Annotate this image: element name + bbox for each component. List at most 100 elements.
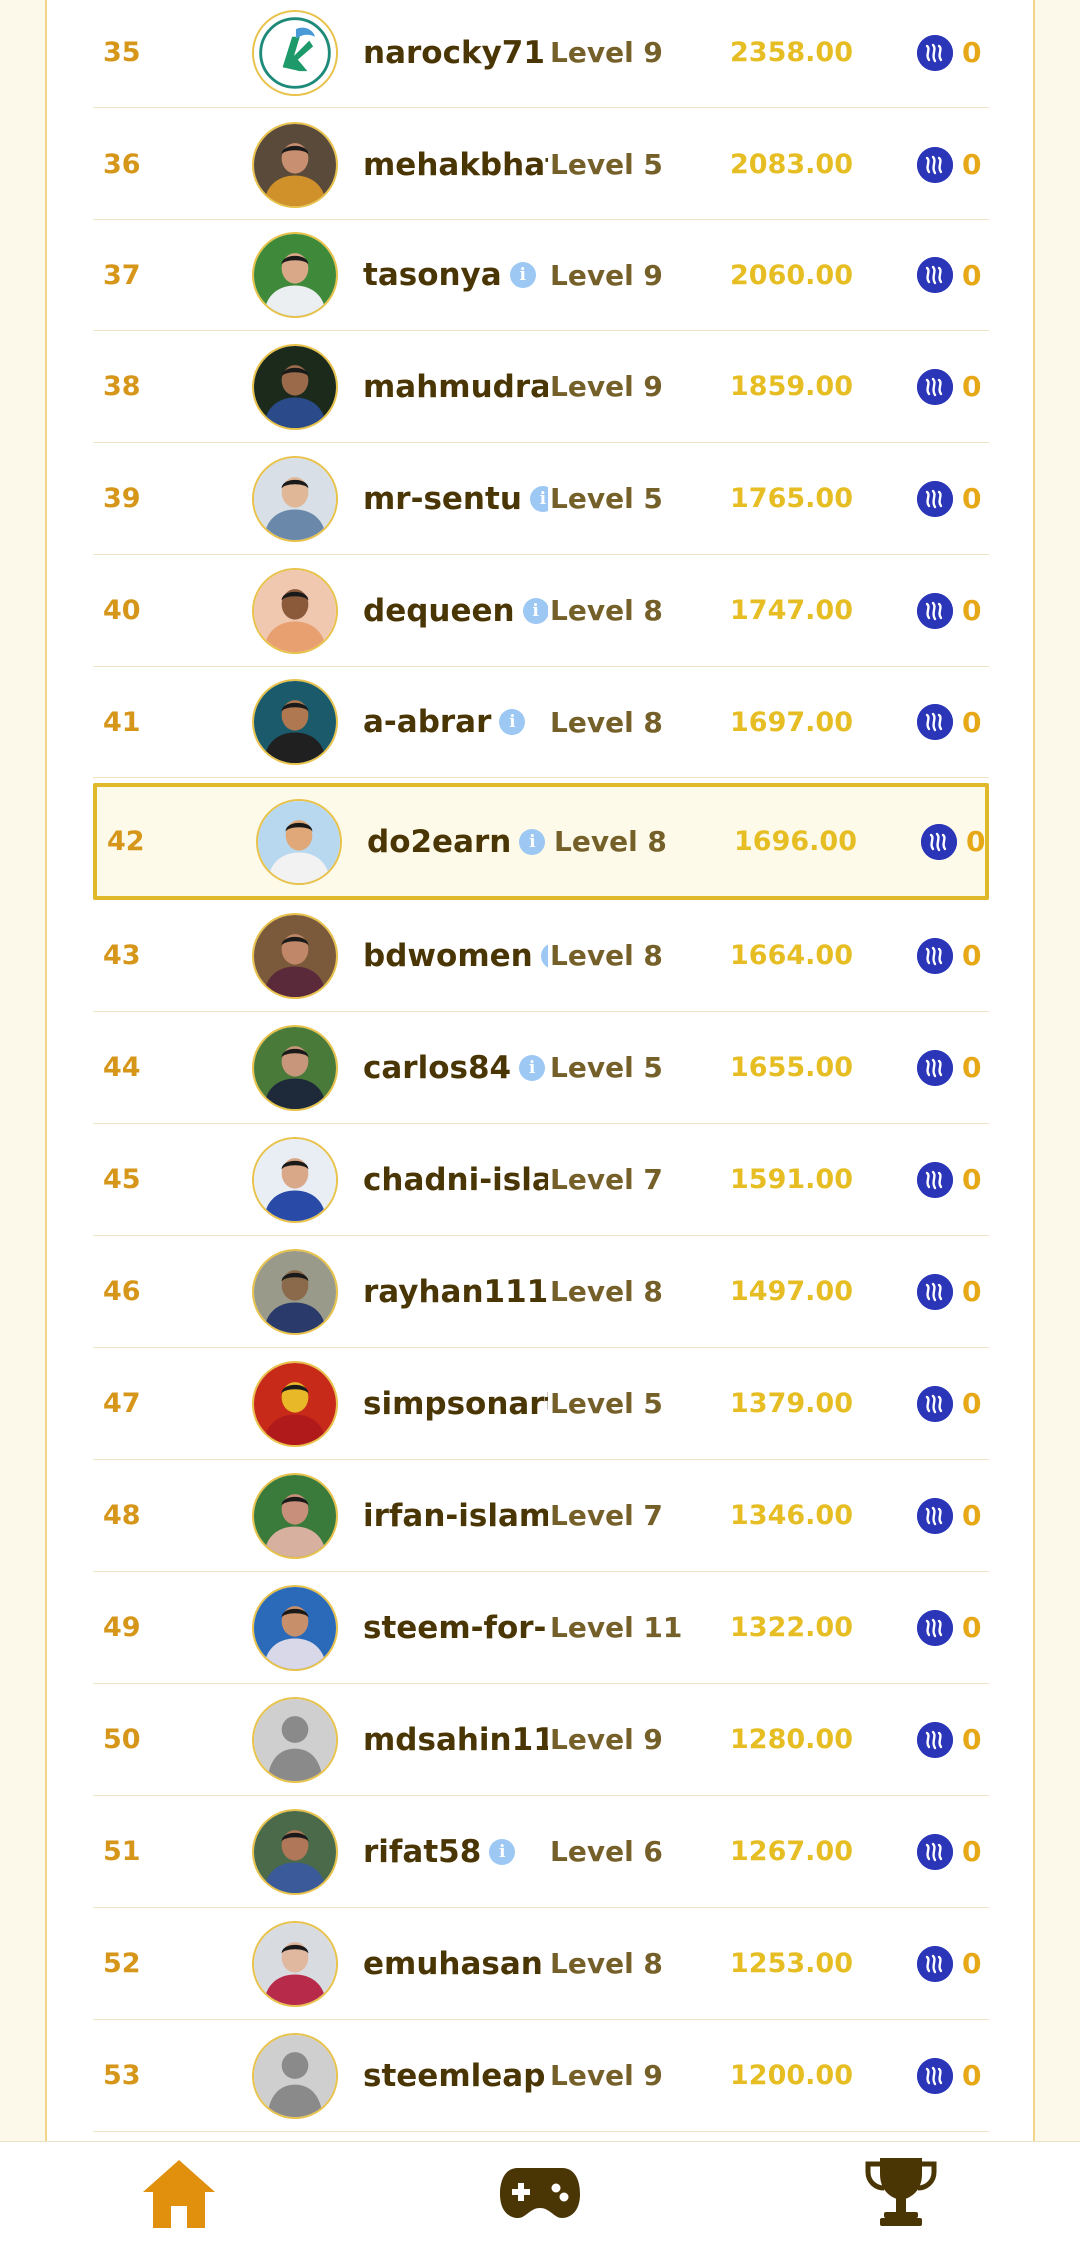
username[interactable]: mahmudral xyxy=(363,369,548,405)
username[interactable]: mr-sentu xyxy=(363,481,522,517)
user-score: 1591.00 xyxy=(730,1164,853,1195)
user-avatar[interactable] xyxy=(252,1360,338,1447)
user-avatar[interactable] xyxy=(252,121,338,208)
leaderboard-row[interactable]: 40 dequeen i Level 8 1747.00 0 xyxy=(93,555,989,667)
username[interactable]: irfan-islam xyxy=(363,1498,548,1534)
username-cell[interactable]: mahmudrali xyxy=(363,331,548,442)
username-cell[interactable]: mr-sentu i xyxy=(363,443,548,554)
info-icon[interactable]: i xyxy=(529,485,548,512)
username-cell[interactable]: emuhasani xyxy=(363,1908,548,2019)
username[interactable]: mdsahin111 xyxy=(363,1722,548,1758)
username[interactable]: do2earn xyxy=(367,824,511,860)
username[interactable]: chadni-islam xyxy=(363,1162,548,1198)
user-avatar[interactable] xyxy=(256,798,342,885)
nav-games-button[interactable] xyxy=(498,2164,582,2222)
info-icon[interactable]: i xyxy=(509,262,536,288)
nav-leaderboard-button[interactable] xyxy=(862,2154,940,2228)
user-level: Level 8 xyxy=(550,1947,663,1980)
username[interactable]: carlos84 xyxy=(363,1050,511,1086)
username-cell[interactable]: chadni-islami xyxy=(363,1124,548,1235)
username[interactable]: narocky71 xyxy=(363,35,545,71)
username-cell[interactable]: tasonya i xyxy=(363,220,536,330)
user-avatar[interactable] xyxy=(252,1024,338,1111)
username[interactable]: mehakbhat xyxy=(363,147,548,183)
username-cell[interactable]: irfan-islami xyxy=(363,1460,548,1571)
leaderboard-row[interactable]: 49 steem-for-iLevel 11 1322.00 0 xyxy=(93,1572,989,1684)
leaderboard-row[interactable]: 50 mdsahin111iLevel 9 1280.00 0 xyxy=(93,1684,989,1796)
username[interactable]: dequeen xyxy=(363,593,515,629)
nav-home-button[interactable] xyxy=(139,2156,219,2232)
leaderboard-row[interactable]: 39 mr-sentu i Level 5 1765.00 0 xyxy=(93,443,989,555)
info-icon[interactable]: i xyxy=(499,709,526,735)
username[interactable]: rayhan111 xyxy=(363,1274,548,1310)
leaderboard-row[interactable]: 36 mehakbhatiLevel 5 2083.00 0 xyxy=(93,110,989,220)
username-cell[interactable]: simpsonarti xyxy=(363,1348,548,1459)
username-cell[interactable]: narocky71i xyxy=(363,0,548,107)
leaderboard-row[interactable]: 51 rifat58 i Level 6 1267.00 0 xyxy=(93,1796,989,1908)
user-avatar[interactable] xyxy=(252,1472,338,1559)
user-avatar[interactable] xyxy=(252,232,338,318)
leaderboard-row[interactable]: 41 a-abrar i Level 8 1697.00 0 xyxy=(93,667,989,778)
username-cell[interactable]: mehakbhati xyxy=(363,110,548,219)
username-cell[interactable]: a-abrar i xyxy=(363,667,526,777)
info-icon[interactable]: i xyxy=(519,828,546,855)
user-score: 1497.00 xyxy=(730,1276,853,1307)
username[interactable]: emuhasan xyxy=(363,1946,543,1982)
info-icon[interactable]: i xyxy=(540,942,548,969)
leaderboard-row[interactable]: 44 carlos84 i Level 5 1655.00 0 xyxy=(93,1012,989,1124)
username[interactable]: steem-for- xyxy=(363,1610,546,1646)
user-avatar[interactable] xyxy=(252,912,338,999)
user-avatar[interactable] xyxy=(252,1696,338,1783)
username-cell[interactable]: steem-for-i xyxy=(363,1572,548,1683)
user-level: Level 8 xyxy=(554,825,667,858)
username[interactable]: a-abrar xyxy=(363,704,491,740)
user-avatar[interactable] xyxy=(252,567,338,654)
username-cell[interactable]: carlos84 i xyxy=(363,1012,546,1123)
user-avatar[interactable] xyxy=(252,1136,338,1223)
username-cell[interactable]: do2earn i xyxy=(367,787,546,896)
username[interactable]: tasonya xyxy=(363,257,502,293)
username-cell[interactable]: steemleapi xyxy=(363,2020,548,2131)
leaderboard-row[interactable]: 53 steemleapiLevel 9 1200.00 0 xyxy=(93,2020,989,2132)
leaderboard-row[interactable]: 46 rayhan111iLevel 8 1497.00 0 xyxy=(93,1236,989,1348)
rank-number: 44 xyxy=(103,1052,141,1083)
leaderboard-row[interactable]: 43 bdwomen iLevel 8 1664.00 0 xyxy=(93,900,989,1012)
leaderboard-row[interactable]: 38 mahmudraliLevel 9 1859.00 0 xyxy=(93,331,989,443)
user-avatar[interactable] xyxy=(252,1584,338,1671)
user-score: 1346.00 xyxy=(730,1500,853,1531)
user-avatar[interactable] xyxy=(252,343,338,430)
leaderboard-row[interactable]: 45 chadni-islamiLevel 7 1591.00 0 xyxy=(93,1124,989,1236)
user-avatar[interactable] xyxy=(252,9,338,96)
user-avatar[interactable] xyxy=(252,2032,338,2119)
coin-amount: 0 xyxy=(962,1387,982,1420)
username-cell[interactable]: rifat58 i xyxy=(363,1796,516,1907)
user-avatar[interactable] xyxy=(252,1248,338,1335)
leaderboard-row[interactable]: 52 emuhasaniLevel 8 1253.00 0 xyxy=(93,1908,989,2020)
info-icon[interactable]: i xyxy=(489,1838,516,1865)
user-avatar[interactable] xyxy=(252,1920,338,2007)
info-icon[interactable]: i xyxy=(519,1054,546,1081)
user-level: Level 9 xyxy=(550,2059,663,2092)
username[interactable]: bdwomen xyxy=(363,938,533,974)
username[interactable]: steemleap xyxy=(363,2058,545,2094)
username-cell[interactable]: dequeen i xyxy=(363,555,548,666)
rank-number: 35 xyxy=(103,37,141,68)
info-icon[interactable]: i xyxy=(522,597,548,624)
username[interactable]: rifat58 xyxy=(363,1834,481,1870)
leaderboard-row[interactable]: 48 irfan-islamiLevel 7 1346.00 0 xyxy=(93,1460,989,1572)
user-level: Level 7 xyxy=(550,1499,663,1532)
username-cell[interactable]: bdwomen i xyxy=(363,900,548,1011)
user-avatar[interactable] xyxy=(252,679,338,765)
leaderboard-row-current-user[interactable]: 42 do2earn i Level 8 1696.00 0 xyxy=(93,783,989,900)
user-level: Level 8 xyxy=(550,594,663,627)
user-avatar[interactable] xyxy=(252,1808,338,1895)
leaderboard-row[interactable]: 35 narocky71iLevel 9 2358.00 0 xyxy=(93,0,989,108)
leaderboard-row[interactable]: 47 simpsonartiLevel 5 1379.00 0 xyxy=(93,1348,989,1460)
username-cell[interactable]: mdsahin111i xyxy=(363,1684,548,1795)
coin-amount: 0 xyxy=(962,1947,982,1980)
username-cell[interactable]: rayhan111i xyxy=(363,1236,548,1347)
user-score: 1747.00 xyxy=(730,595,853,626)
username[interactable]: simpsonart xyxy=(363,1386,548,1422)
user-avatar[interactable] xyxy=(252,455,338,542)
leaderboard-row[interactable]: 37 tasonya i Level 9 2060.00 0 xyxy=(93,220,989,331)
